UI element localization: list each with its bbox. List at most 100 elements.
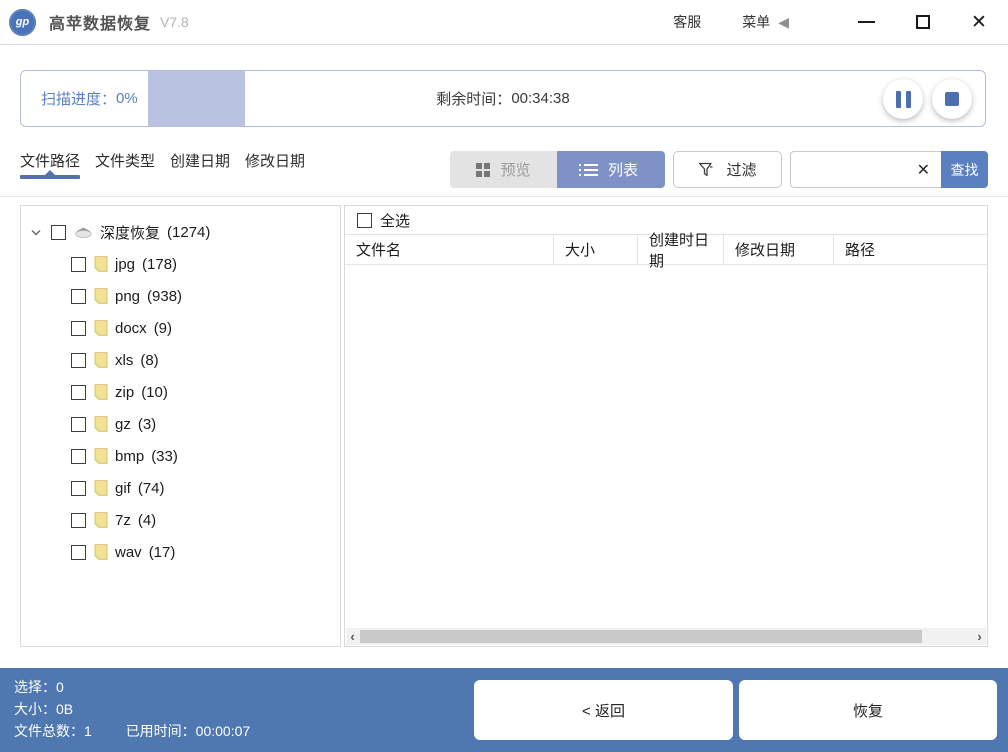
scroll-left-icon[interactable]: ‹ — [346, 628, 359, 645]
remaining-time-label: 剩余时间： — [436, 88, 511, 109]
column-size[interactable]: 大小 — [554, 235, 638, 264]
app-version: V7.8 — [160, 14, 189, 30]
back-button[interactable]: < 返回 — [474, 680, 733, 740]
tree-item-count: (33) — [151, 448, 178, 465]
tree-item-zip[interactable]: zip (10) — [21, 376, 340, 408]
tabs-divider — [0, 196, 1008, 197]
preview-view-button[interactable]: 预览 — [450, 151, 557, 188]
tree-item-label: xls — [115, 352, 133, 369]
tab-label: 文件路径 — [20, 153, 80, 170]
tree-item-count: (10) — [141, 384, 168, 401]
footer-bar: 选择：0 大小：0B 文件总数：1 已用时间：00:00:07 < 返回 恢复 — [0, 668, 1008, 752]
tree-item-count: (9) — [154, 320, 172, 337]
disk-icon — [74, 226, 93, 239]
scan-progress-bar: 扫描进度： 0% 剩余时间： 00:34:38 — [20, 70, 986, 127]
tree-item-png[interactable]: png (938) — [21, 280, 340, 312]
tree-item-label: 7z — [115, 512, 131, 529]
column-create-date[interactable]: 创建时日期 — [638, 235, 724, 264]
minimize-icon — [858, 21, 875, 23]
scrollbar-thumb[interactable] — [360, 630, 922, 643]
column-path[interactable]: 路径 — [834, 235, 987, 264]
minimize-button[interactable] — [851, 7, 881, 37]
checkbox[interactable] — [71, 513, 86, 528]
active-tab-underline — [20, 175, 80, 179]
chevron-down-icon[interactable] — [31, 229, 45, 236]
stop-button[interactable] — [932, 79, 972, 119]
tree-item-label: docx — [115, 320, 147, 337]
menu-button[interactable]: 菜单 — [742, 12, 770, 32]
list-label: 列表 — [608, 159, 638, 180]
filter-label: 过滤 — [726, 159, 756, 180]
tree-item-jpg[interactable]: jpg (178) — [21, 248, 340, 280]
checkbox[interactable] — [71, 449, 86, 464]
tree-root-deep-recovery[interactable]: 深度恢复 (1274) — [21, 216, 340, 248]
horizontal-scrollbar[interactable]: ‹ › — [346, 628, 986, 645]
filter-button[interactable]: 过滤 — [673, 151, 782, 188]
app-logo-icon: gp — [9, 9, 36, 36]
tree-item-gif[interactable]: gif (74) — [21, 472, 340, 504]
scroll-right-icon[interactable]: › — [973, 628, 986, 645]
maximize-button[interactable] — [908, 7, 938, 37]
footer-stats: 选择：0 大小：0B 文件总数：1 已用时间：00:00:07 — [14, 676, 250, 742]
tab-label: 修改日期 — [245, 153, 305, 170]
tree-item-count: (17) — [149, 544, 176, 561]
tree-item-label: gz — [115, 416, 131, 433]
recover-button[interactable]: 恢复 — [739, 680, 997, 740]
tree-item-label: jpg — [115, 256, 135, 273]
preview-label: 预览 — [500, 159, 530, 180]
tree-root-label: 深度恢复 — [100, 222, 160, 243]
selected-size: 大小：0B — [14, 698, 250, 720]
checkbox[interactable] — [71, 289, 86, 304]
folder-icon — [94, 480, 108, 496]
checkbox[interactable] — [51, 225, 66, 240]
pause-button[interactable] — [883, 79, 923, 119]
checkbox[interactable] — [71, 545, 86, 560]
search-button[interactable]: 查找 — [941, 151, 988, 188]
tree-root-count: (1274) — [167, 224, 210, 241]
checkbox[interactable] — [71, 385, 86, 400]
column-file-name[interactable]: 文件名 — [345, 235, 554, 264]
tree-item-wav[interactable]: wav (17) — [21, 536, 340, 568]
footer-stats-row3: 文件总数：1 已用时间：00:00:07 — [14, 720, 250, 742]
title-bar-actions: 客服 菜单 ◀ ✕ — [673, 7, 1008, 37]
tree-item-label: gif — [115, 480, 131, 497]
folder-icon — [94, 320, 108, 336]
tree-item-docx[interactable]: docx (9) — [21, 312, 340, 344]
tree-item-label: zip — [115, 384, 134, 401]
menu-collapse-icon[interactable]: ◀ — [778, 14, 789, 31]
folder-icon — [94, 384, 108, 400]
tab-label: 创建日期 — [170, 153, 230, 170]
tab-modify-date[interactable]: 修改日期 — [245, 150, 305, 185]
remaining-time-value: 00:34:38 — [511, 90, 569, 107]
tab-file-path[interactable]: 文件路径 — [20, 150, 80, 185]
checkbox[interactable] — [71, 481, 86, 496]
search-bar: ✕ 查找 — [790, 151, 988, 188]
app-logo-text: gp — [16, 16, 29, 28]
tree-item-7z[interactable]: 7z (4) — [21, 504, 340, 536]
checkbox[interactable] — [71, 321, 86, 336]
tree-item-count: (8) — [140, 352, 158, 369]
tree-item-label: wav — [115, 544, 142, 561]
tree-item-count: (3) — [138, 416, 156, 433]
filter-funnel-icon — [698, 162, 714, 178]
folder-icon — [94, 512, 108, 528]
tab-file-type[interactable]: 文件类型 — [95, 150, 155, 185]
select-all-checkbox[interactable] — [357, 213, 372, 228]
tree-item-xls[interactable]: xls (8) — [21, 344, 340, 376]
select-all-label: 全选 — [380, 210, 410, 231]
view-tabs: 文件路径 文件类型 创建日期 修改日期 — [20, 150, 305, 185]
column-modify-date[interactable]: 修改日期 — [724, 235, 834, 264]
clear-search-icon[interactable]: ✕ — [917, 151, 930, 188]
checkbox[interactable] — [71, 417, 86, 432]
tree-item-gz[interactable]: gz (3) — [21, 408, 340, 440]
tab-create-date[interactable]: 创建日期 — [170, 150, 230, 185]
tree-item-bmp[interactable]: bmp (33) — [21, 440, 340, 472]
folder-icon — [94, 544, 108, 560]
checkbox[interactable] — [71, 353, 86, 368]
folder-icon — [94, 256, 108, 272]
customer-service-button[interactable]: 客服 — [673, 12, 701, 32]
close-button[interactable]: ✕ — [964, 7, 994, 37]
tree-item-count: (4) — [138, 512, 156, 529]
list-view-button[interactable]: 列表 — [557, 151, 665, 188]
checkbox[interactable] — [71, 257, 86, 272]
